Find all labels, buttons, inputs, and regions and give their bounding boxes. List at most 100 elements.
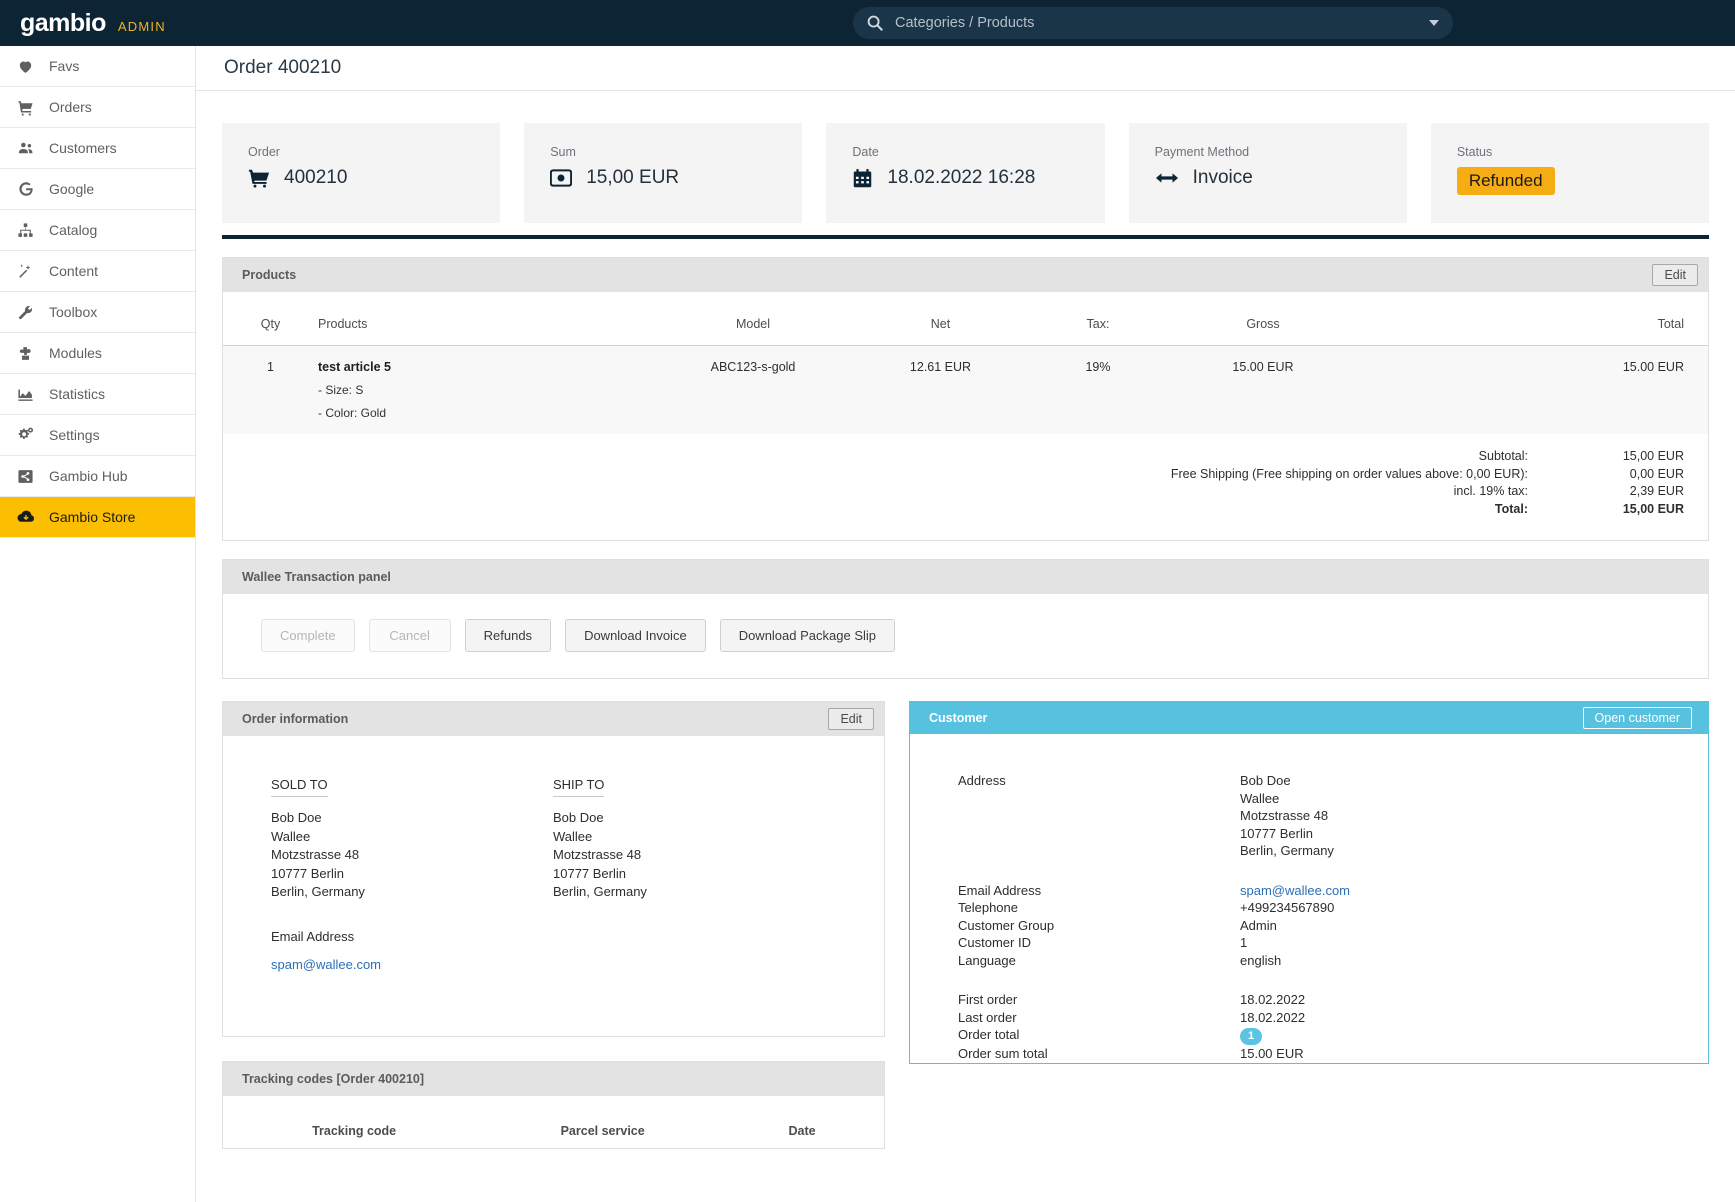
sidebar-item-label: Gambio Store [49,509,135,525]
wallee-panel-body: Complete Cancel Refunds Download Invoice… [223,594,1708,678]
customer-field-order-sum-total: Order sum total 15.00 EUR [958,1045,1708,1063]
total-value: 0,00 EUR [1576,466,1684,484]
cell-tax: 19% [1023,346,1173,435]
order-information-panel: Order information Edit SOLD TO Bob Doe W… [222,701,885,1037]
cell-net: 12.61 EUR [858,346,1023,435]
top-bar: gambio ADMIN [0,0,1735,46]
sidebar-item-orders[interactable]: Orders [0,87,195,128]
download-package-slip-button[interactable]: Download Package Slip [720,619,895,652]
total-label: Total: [1495,501,1576,519]
address-line: Motzstrasse 48 [553,846,835,865]
main-content: Order 400210 Order 400210 Sum [196,46,1735,1202]
customer-field-first-order: First order 18.02.2022 [958,991,1708,1009]
edit-order-information-button[interactable]: Edit [828,708,874,730]
sidebar-item-settings[interactable]: Settings [0,415,195,456]
column-header-total: Total [1353,292,1708,346]
field-value: 15.00 EUR [1240,1045,1708,1063]
customer-field-order-total: Order total 1 [958,1026,1708,1045]
address-line: Motzstrasse 48 [271,846,553,865]
wallee-transaction-panel: Wallee Transaction panel Complete Cancel… [222,559,1709,679]
table-header-row: Qty Products Model Net Tax: Gross Total [223,292,1708,346]
order-totals: Subtotal: 15,00 EUR Free Shipping (Free … [223,434,1708,540]
complete-button[interactable]: Complete [261,619,355,652]
spacer [958,969,1708,991]
stat-value: 18.02.2022 16:28 [887,167,1035,189]
left-column: Order information Edit SOLD TO Bob Doe W… [222,701,885,1149]
customer-address-row: Address Bob Doe Wallee Motzstrasse 48 10… [958,772,1708,860]
page-header: Order 400210 [196,46,1735,91]
wrench-icon [16,303,35,322]
refunds-button[interactable]: Refunds [465,619,551,652]
open-customer-button[interactable]: Open customer [1583,707,1692,729]
cart-icon [248,167,270,189]
ship-to-heading: SHIP TO [553,777,604,797]
puzzle-icon [16,344,35,363]
address-value: Bob Doe Wallee Motzstrasse 48 10777 Berl… [1240,772,1708,860]
global-search[interactable] [853,7,1453,39]
customer-field-last-order: Last order 18.02.2022 [958,1009,1708,1027]
email-address-label: Email Address [271,928,553,947]
field-value: 18.02.2022 [1240,1009,1708,1027]
stat-card-sum: Sum 15,00 EUR [524,123,802,223]
chevron-down-icon[interactable] [1429,20,1439,26]
column-header-net: Net [858,292,1023,346]
download-invoice-button[interactable]: Download Invoice [565,619,706,652]
brand[interactable]: gambio ADMIN [0,11,196,36]
field-label: Language [958,952,1240,970]
total-row-tax: incl. 19% tax: 2,39 EUR [223,483,1684,501]
address-line: 10777 Berlin [553,865,835,884]
ship-to-block: SHIP TO Bob Doe Wallee Motzstrasse 48 10… [553,776,835,1036]
column-header-date: Date [720,1096,884,1148]
stat-card-order: Order 400210 [222,123,500,223]
column-header-parcel-service: Parcel service [485,1096,720,1148]
email-address-link[interactable]: spam@wallee.com [1240,883,1350,898]
stat-label: Order [248,145,500,159]
spacer [958,860,1708,882]
address-line: Berlin, Germany [553,883,835,902]
stat-card-payment-method: Payment Method Invoice [1129,123,1407,223]
edit-products-button[interactable]: Edit [1652,264,1698,286]
field-label: Email Address [958,882,1240,900]
sidebar-item-gambio-store[interactable]: Gambio Store [0,497,195,538]
sidebar-item-customers[interactable]: Customers [0,128,195,169]
tracking-codes-header: Tracking codes [Order 400210] [223,1062,884,1096]
cell-qty: 1 [223,346,318,435]
field-label: Telephone [958,899,1240,917]
share-icon [16,467,35,486]
sidebar-item-label: Statistics [49,386,105,402]
product-name: test article 5 [318,360,648,374]
total-row-shipping: Free Shipping (Free shipping on order va… [223,466,1684,484]
total-value: 2,39 EUR [1576,483,1684,501]
customer-panel: Customer Open customer Address Bob Doe W… [909,701,1709,1064]
stats-underline [222,235,1709,239]
google-icon [16,180,35,199]
sidebar-item-gambio-hub[interactable]: Gambio Hub [0,456,195,497]
users-icon [16,139,35,158]
sidebar-item-label: Favs [49,58,79,74]
products-table: Qty Products Model Net Tax: Gross Total [223,292,1708,434]
sidebar-item-catalog[interactable]: Catalog [0,210,195,251]
tracking-codes-table: Tracking code Parcel service Date [223,1096,884,1148]
sold-to-heading: SOLD TO [271,777,328,797]
field-label: Order sum total [958,1045,1240,1063]
address-line: Berlin, Germany [271,883,553,902]
cell-product: test article 5 - Size: S - Color: Gold [318,346,648,435]
sidebar-item-modules[interactable]: Modules [0,333,195,374]
search-input[interactable] [883,15,1421,31]
field-label: Last order [958,1009,1240,1027]
product-attribute-size: - Size: S [318,383,648,397]
stat-label: Status [1457,145,1709,159]
sidebar-item-label: Catalog [49,222,97,238]
sidebar-item-google[interactable]: Google [0,169,195,210]
sidebar-item-toolbox[interactable]: Toolbox [0,292,195,333]
field-value: spam@wallee.com [1240,882,1708,900]
cancel-button[interactable]: Cancel [369,619,451,652]
sidebar-item-favs[interactable]: Favs [0,46,195,87]
column-header-tax: Tax: [1023,292,1173,346]
sidebar-item-statistics[interactable]: Statistics [0,374,195,415]
cell-total: 15.00 EUR [1353,346,1708,435]
email-address-link[interactable]: spam@wallee.com [271,957,381,972]
sidebar-item-content[interactable]: Content [0,251,195,292]
customer-panel-body: Address Bob Doe Wallee Motzstrasse 48 10… [910,734,1708,1063]
panel-title: Customer [929,711,987,725]
